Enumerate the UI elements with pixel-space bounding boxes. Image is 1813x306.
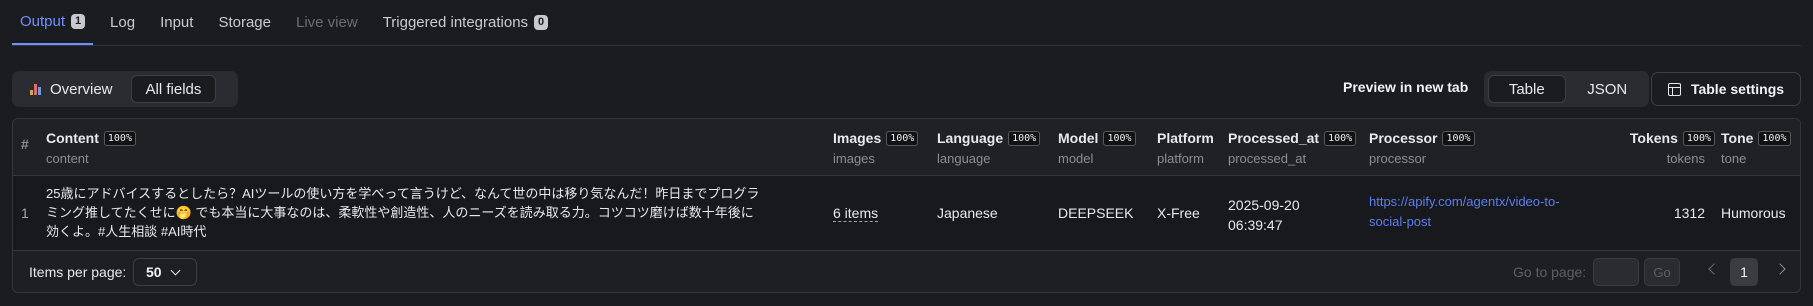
column-title: Images: [833, 130, 882, 146]
tab-output-badge: 1: [71, 13, 86, 29]
all-fields-button[interactable]: All fields: [130, 75, 217, 103]
column-title: Platform: [1157, 130, 1214, 146]
column-title: Tone: [1721, 130, 1754, 146]
tab-input-label: Input: [160, 13, 194, 31]
table-footer: Items per page: 50 Go to page: Go 1: [13, 251, 1800, 292]
column-header-processed-at[interactable]: Processed_at 100% processed_at: [1228, 129, 1357, 166]
table-settings-label: Table settings: [1690, 81, 1785, 97]
tab-output[interactable]: Output 1: [12, 0, 94, 45]
images-items-link[interactable]: 6 items: [833, 205, 879, 222]
all-fields-label: All fields: [145, 80, 202, 98]
content-line: 効くよ。#人生相談 #AI時代: [46, 224, 207, 239]
table-settings-icon: [1667, 82, 1681, 96]
fill-rate-badge: 100%: [1758, 130, 1791, 146]
overview-label: Overview: [50, 80, 113, 98]
fill-rate-badge: 100%: [1008, 130, 1041, 146]
chevron-right-icon[interactable]: [1774, 263, 1786, 275]
column-header-processor[interactable]: Processor 100% processor: [1369, 129, 1475, 166]
column-title: Processed_at: [1228, 130, 1320, 146]
content-cell: 25歳にアドバイスするとしたら？AIツールの使い方を学べって言うけど、なんて世の…: [46, 184, 826, 241]
row-index: 1: [21, 205, 29, 221]
tab-triggered-integrations-badge: 0: [534, 14, 549, 30]
column-title: Model: [1058, 130, 1099, 146]
go-to-page-input[interactable]: [1593, 258, 1639, 286]
column-title: Content: [46, 130, 99, 146]
processor-link[interactable]: https://apify.com/agentx/video-to- socia…: [1369, 192, 1599, 232]
tab-live-view-label: Live view: [295, 13, 358, 31]
model-cell: DEEPSEEK: [1058, 205, 1134, 221]
processor-url-line: https://apify.com/agentx/video-to-: [1369, 194, 1560, 209]
overview-button[interactable]: Overview: [16, 75, 127, 103]
table-header: # Content 100% content Images 100% images …: [13, 119, 1800, 176]
column-key: tone: [1721, 151, 1747, 166]
processed-time: 06:39:47: [1228, 217, 1283, 233]
fill-rate-badge: 100%: [1682, 130, 1715, 146]
column-header-model[interactable]: Model 100% model: [1058, 129, 1136, 166]
platform-cell: X-Free: [1157, 205, 1200, 221]
column-header-images[interactable]: Images 100% images: [833, 129, 919, 166]
column-key: model: [1058, 151, 1094, 166]
chevron-left-icon[interactable]: [1708, 263, 1720, 275]
column-header-language[interactable]: Language 100% language: [937, 129, 1041, 166]
results-table: # Content 100% content Images 100% images …: [12, 118, 1801, 293]
column-key: platform: [1157, 151, 1204, 166]
table-settings-button[interactable]: Table settings: [1651, 72, 1801, 106]
fill-rate-badge: 100%: [1103, 130, 1136, 146]
tab-bar: Output 1 Log Input Storage Live view Tri…: [12, 0, 1801, 46]
index-column-header: #: [21, 136, 29, 152]
column-key: processed_at: [1228, 151, 1307, 166]
column-key: processor: [1369, 151, 1427, 166]
tab-live-view: Live view: [288, 0, 366, 45]
fill-rate-badge: 100%: [1324, 130, 1357, 146]
column-header-tokens[interactable]: Tokens 100% tokens: [1617, 129, 1715, 166]
view-toggle: Overview All fields: [12, 71, 238, 107]
tab-storage[interactable]: Storage: [210, 0, 279, 45]
go-to-page-label: Go to page:: [1513, 264, 1587, 280]
tone-cell: Humorous: [1721, 205, 1786, 221]
tab-log-label: Log: [110, 13, 136, 31]
fill-rate-badge: 100%: [103, 130, 136, 146]
chevron-down-icon: [170, 265, 181, 275]
preview-in-new-tab-link[interactable]: Preview in new tab: [1343, 79, 1468, 95]
processed-at-cell: 2025-09-20 06:39:47: [1228, 195, 1300, 235]
language-cell: Japanese: [937, 205, 998, 221]
tab-input[interactable]: Input: [152, 0, 201, 45]
column-title: Processor: [1369, 130, 1438, 146]
items-per-page-select[interactable]: 50: [133, 258, 197, 286]
content-line: ミング推してたくせに🤭 でも本当に大事なのは、柔軟性や創造性、人のニーズを読み取…: [46, 205, 754, 220]
column-header-content[interactable]: Content 100% content: [46, 129, 136, 166]
column-key: tokens: [1666, 151, 1705, 166]
column-header-tone[interactable]: Tone 100% tone: [1721, 129, 1791, 166]
fill-rate-badge: 100%: [1442, 130, 1475, 146]
column-title: Language: [937, 130, 1004, 146]
tokens-cell: 1312: [1673, 205, 1705, 221]
go-button[interactable]: Go: [1644, 258, 1680, 286]
tab-log[interactable]: Log: [102, 0, 143, 45]
table-format-button[interactable]: Table: [1488, 75, 1566, 103]
page-number-button[interactable]: 1: [1730, 258, 1758, 286]
column-key: content: [46, 151, 89, 166]
column-key: images: [833, 151, 875, 166]
content-line: 25歳にアドバイスするとしたら？AIツールの使い方を学べって言うけど、なんて世の…: [46, 186, 760, 201]
tab-triggered-integrations-label: Triggered integrations: [382, 13, 529, 31]
items-per-page-value: 50: [146, 264, 162, 280]
tab-storage-label: Storage: [218, 13, 271, 31]
bar-chart-icon: [30, 83, 44, 95]
json-format-button[interactable]: JSON: [1570, 75, 1646, 103]
tab-output-label: Output: [20, 12, 66, 30]
column-title: Tokens: [1629, 130, 1678, 146]
column-header-platform[interactable]: Platform platform: [1157, 129, 1214, 166]
format-toggle: Table JSON: [1484, 71, 1649, 107]
processor-url-line: social-post: [1369, 214, 1432, 229]
fill-rate-badge: 100%: [886, 130, 919, 146]
table-row: 1 25歳にアドバイスするとしたら？AIツールの使い方を学べって言うけど、なんて…: [13, 176, 1800, 251]
column-key: language: [937, 151, 991, 166]
tab-triggered-integrations[interactable]: Triggered integrations 0: [375, 0, 556, 45]
processed-date: 2025-09-20: [1228, 197, 1300, 213]
items-per-page-label: Items per page:: [29, 264, 127, 280]
